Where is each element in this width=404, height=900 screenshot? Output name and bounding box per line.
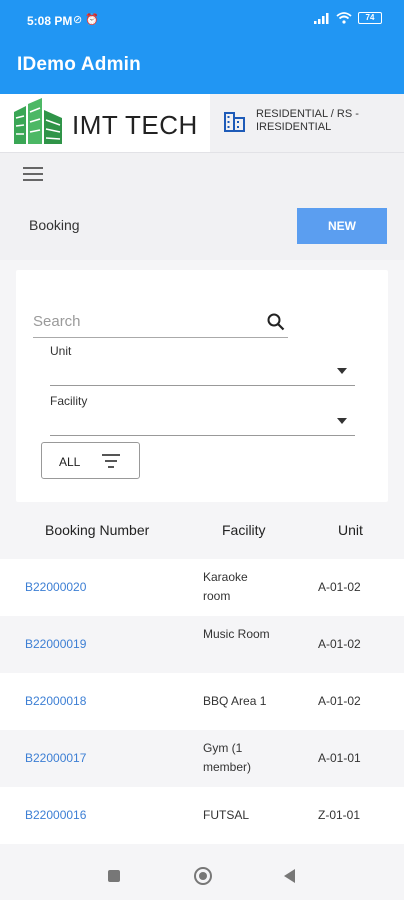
hamburger-icon[interactable] — [23, 167, 43, 181]
facility-cell: Music Room — [203, 627, 270, 641]
all-filter-label: ALL — [59, 455, 81, 469]
column-header-facility: Facility — [222, 522, 266, 538]
logo-text: IMT TECH — [72, 110, 198, 140]
recents-icon[interactable] — [108, 870, 120, 882]
caret-down-icon — [337, 418, 347, 424]
status-bar: 5:08 PM ⊘ ⏰ 74 — [0, 0, 404, 34]
booking-number-link[interactable]: B22000020 — [25, 580, 86, 594]
facility-cell: BBQ Area 1 — [203, 694, 267, 708]
facility-label: Facility — [50, 394, 88, 408]
table-row[interactable]: B22000017 Gym (1 member) A-01-01 — [0, 730, 404, 787]
status-system-icons: 74 — [314, 12, 382, 24]
system-nav-bar — [0, 852, 404, 900]
facility-cell: FUTSAL — [203, 808, 250, 822]
unit-select[interactable]: Unit — [50, 344, 355, 386]
menu-row — [0, 152, 404, 192]
facility-cell: Gym (1 member) — [203, 741, 252, 774]
new-button[interactable]: NEW — [297, 208, 387, 244]
facility-select[interactable]: Facility — [50, 394, 355, 436]
unit-cell: A-01-02 — [318, 694, 361, 708]
building-logo-icon — [14, 98, 62, 144]
app-bar: IDemo Admin — [0, 34, 404, 94]
property-label[interactable]: RESIDENTIAL / RS - IRESIDENTIAL — [256, 108, 396, 134]
unit-cell: Z-01-01 — [318, 808, 361, 822]
building-icon — [224, 112, 245, 132]
search-field — [33, 306, 288, 338]
back-icon[interactable] — [284, 869, 295, 883]
booking-number-link[interactable]: B22000018 — [25, 694, 86, 708]
table-row[interactable]: B22000020 Karaoke room A-01-02 — [0, 559, 404, 616]
table-row[interactable]: B22000019 Music Room A-01-02 — [0, 616, 404, 673]
booking-number-link[interactable]: B22000016 — [25, 808, 86, 822]
all-filter-button[interactable]: ALL — [41, 442, 140, 479]
company-logo: IMT TECH — [0, 94, 210, 152]
caret-down-icon — [337, 368, 347, 374]
page-header: Booking NEW — [0, 192, 404, 260]
search-icon[interactable] — [266, 312, 286, 332]
status-notification-icons: ⊘ ⏰ — [73, 14, 99, 26]
app-title: IDemo Admin — [17, 54, 141, 75]
filter-icon — [101, 454, 121, 468]
table-header: Booking Number Facility Unit — [0, 510, 404, 550]
facility-cell: Karaoke room — [203, 570, 248, 603]
table-row[interactable]: B22000018 BBQ Area 1 A-01-02 — [0, 673, 404, 730]
unit-cell: A-01-01 — [318, 751, 361, 765]
unit-cell: A-01-02 — [318, 637, 361, 651]
table-row[interactable]: B22000016 FUTSAL Z-01-01 — [0, 787, 404, 844]
filter-card: Unit Facility ALL — [16, 270, 388, 502]
search-input[interactable] — [33, 306, 253, 336]
page-title: Booking — [29, 217, 80, 233]
column-header-unit: Unit — [338, 522, 363, 538]
battery-icon: 74 — [358, 12, 382, 24]
column-header-booking-number: Booking Number — [45, 522, 150, 538]
brand-row: IMT TECH RESIDENTIAL / RS - IRESIDENTIAL — [0, 94, 404, 152]
unit-label: Unit — [50, 344, 72, 358]
wifi-icon — [336, 12, 352, 24]
status-time: 5:08 PM — [27, 14, 73, 28]
signal-icon — [314, 12, 329, 24]
booking-number-link[interactable]: B22000019 — [25, 637, 86, 651]
unit-cell: A-01-02 — [318, 580, 361, 594]
booking-number-link[interactable]: B22000017 — [25, 751, 86, 765]
home-icon[interactable] — [194, 867, 212, 885]
